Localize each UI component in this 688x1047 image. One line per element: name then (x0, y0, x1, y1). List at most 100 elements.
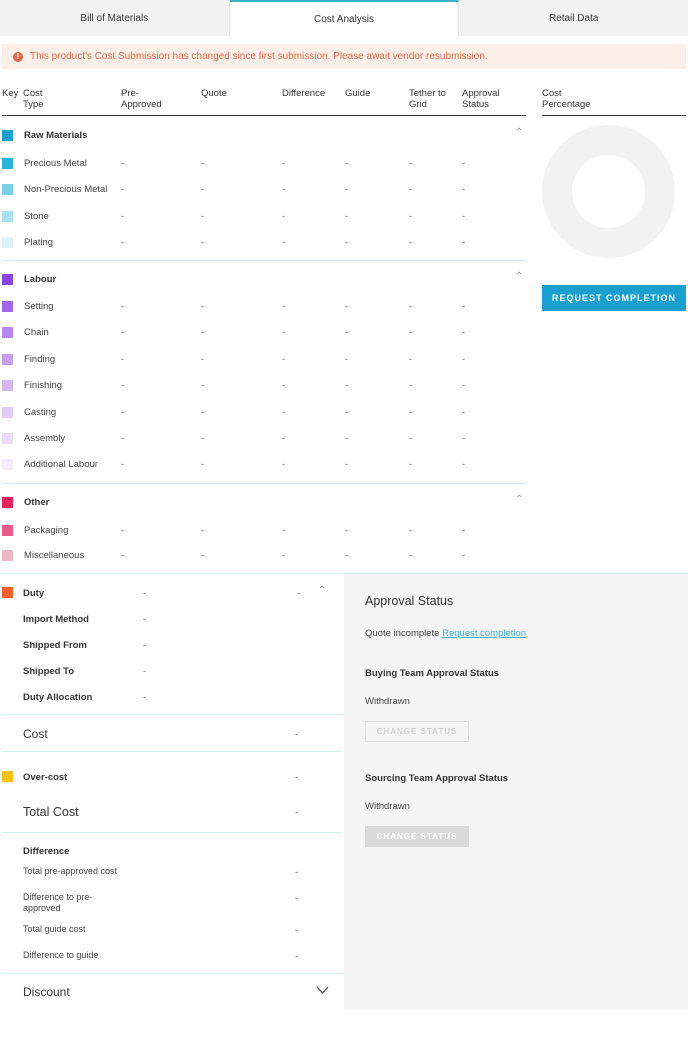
shipped-to-label: Shipped To (23, 666, 75, 677)
color-key-swatch (2, 380, 13, 392)
tab-cost-analysis[interactable]: Cost Analysis (229, 0, 460, 36)
buying-team-heading: Buying Team Approval Status (365, 668, 500, 679)
duty-color-key (2, 587, 13, 598)
cost-value-cell: - (345, 301, 349, 312)
cost-value-cell: - (121, 210, 125, 222)
cost-item-name: Casting (24, 406, 57, 418)
cost-value-cell: - (201, 433, 205, 444)
cost-value-cell: - (282, 353, 286, 365)
cost-item-name: Chain (24, 327, 49, 339)
cost-value-cell: - (201, 525, 205, 536)
color-key-swatch (2, 130, 13, 141)
cost-group-row[interactable]: Raw Materials ⌃ (0, 125, 526, 145)
request-completion-link[interactable]: Request completion (442, 628, 526, 639)
cost-item-row: Setting - - - - - - (0, 296, 526, 316)
cost-value-cell: - (462, 525, 466, 536)
cost-value-cell: - (282, 158, 286, 169)
duty-allocation-value: - (143, 692, 147, 703)
color-key-swatch (2, 301, 13, 312)
cost-value-cell: - (462, 158, 466, 169)
difference-to-guide-label: Difference to guide (23, 950, 99, 960)
cost-value-cell: - (345, 236, 349, 248)
cost-value-cell: - (282, 380, 286, 392)
cost-item-name: Stone (24, 210, 49, 222)
cost-group-row[interactable]: Labour ⌃ (0, 269, 526, 289)
cost-group-name: Other (24, 497, 50, 508)
cost-value-cell: - (462, 433, 466, 444)
cost-value-cell: - (201, 459, 205, 471)
cost-value-cell: - (462, 459, 466, 471)
cost-value-cell: - (345, 550, 349, 561)
buying-change-status-button[interactable]: CHANGE STATUS (365, 721, 469, 742)
cost-value-cell: - (462, 210, 466, 222)
chevron-up-icon[interactable]: ⌃ (318, 585, 326, 596)
color-key-swatch (2, 406, 13, 418)
cost-value-cell: - (201, 327, 205, 339)
column-quote: Quote (201, 88, 227, 99)
cost-value-cell: - (282, 550, 286, 561)
import-method-value: - (143, 614, 147, 625)
resubmission-alert: ! This product's Cost Submission has cha… (2, 44, 686, 69)
color-key-swatch (2, 158, 13, 169)
chevron-down-icon[interactable] (316, 986, 329, 995)
tab-retail-data[interactable]: Retail Data (459, 0, 688, 36)
discount-label[interactable]: Discount (23, 985, 70, 999)
cost-item-row: Plating - - - - - - (0, 232, 526, 252)
duty-label: Duty (23, 588, 45, 599)
duty-value: - (143, 588, 147, 599)
cost-value-cell: - (462, 301, 466, 312)
sourcing-team-status: Withdrawn (365, 801, 410, 812)
header-divider (2, 115, 526, 116)
cost-value-cell: - (201, 210, 205, 222)
cost-label: Cost (23, 727, 48, 741)
cost-value-cell: - (121, 406, 125, 418)
cost-value-cell: - (345, 433, 349, 444)
cost-value-cell: - (282, 210, 286, 222)
shipped-to-value: - (143, 666, 147, 677)
chevron-up-icon[interactable]: ⌃ (515, 127, 523, 138)
difference-to-pre-approved-label: Difference to pre-approved (23, 892, 93, 913)
column-pre-approved: Pre-Approved (121, 88, 162, 110)
cost-value-cell: - (462, 184, 466, 196)
cost-item-row: Casting - - - - - - (0, 402, 526, 422)
cost-value-cell: - (282, 236, 286, 248)
cost-value-cell: - (409, 550, 413, 561)
cost-value-cell: - (462, 380, 466, 392)
color-key-swatch (2, 184, 13, 196)
cost-group-row[interactable]: Other ⌃ (0, 492, 526, 512)
cost-value-cell: - (345, 406, 349, 418)
cost-value-cell: - (121, 353, 125, 365)
cost-value-cell: - (409, 236, 413, 248)
request-completion-button[interactable]: REQUEST COMPLETION (542, 285, 686, 311)
color-key-swatch (2, 550, 13, 561)
approval-status-panel: Approval Status Quote incomplete Request… (344, 574, 688, 1010)
sourcing-change-status-button[interactable]: CHANGE STATUS (365, 826, 469, 847)
cost-item-name: Packaging (24, 525, 69, 536)
color-key-swatch (2, 525, 13, 536)
chevron-up-icon[interactable]: ⌃ (515, 271, 523, 282)
cost-value-cell: - (282, 184, 286, 196)
quote-status: Quote incomplete Request completion (365, 628, 526, 639)
total-guide-cost-value: - (295, 925, 299, 936)
cost-value-cell: - (121, 525, 125, 536)
group-divider (2, 483, 526, 484)
cost-value-cell: - (121, 184, 125, 196)
cost-value-cell: - (121, 459, 125, 471)
cost-item-row: Chain - - - - - - (0, 322, 526, 342)
color-key-swatch (2, 327, 13, 339)
divider (2, 751, 343, 752)
column-cost-type: Cost Type (23, 88, 44, 110)
tab-bill-of-materials[interactable]: Bill of Materials (0, 0, 230, 36)
duty-total-value: - (297, 588, 301, 599)
color-key-swatch (2, 497, 13, 508)
cost-item-row: Stone - - - - - - (0, 206, 526, 226)
over-cost-color-key (2, 771, 13, 782)
cost-value-cell: - (409, 459, 413, 471)
import-method-label: Import Method (23, 614, 89, 625)
cost-value-cell: - (201, 158, 205, 169)
chevron-up-icon[interactable]: ⌃ (515, 494, 523, 505)
cost-value-cell: - (121, 380, 125, 392)
cost-value-cell: - (201, 550, 205, 561)
divider (2, 714, 343, 715)
cost-value-cell: - (409, 433, 413, 444)
